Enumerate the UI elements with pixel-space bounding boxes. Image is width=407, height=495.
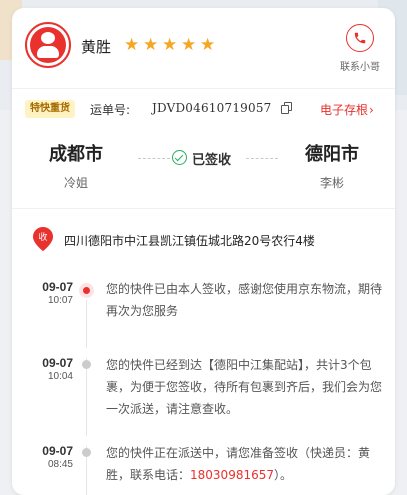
timeline-dot [82,360,91,369]
electronic-receipt-label: 电子存根 [320,103,369,117]
timeline-datetime: 09-07 10:07 [28,280,73,306]
courier-name: 黄胜 [81,39,112,56]
timeline-date: 09-07 [42,356,73,370]
contact-courier-button[interactable]: 联系小哥 [335,24,385,73]
sender-name: 冷姐 [63,176,88,190]
timeline-datetime: 09-07 10:04 [28,356,73,382]
timeline-date: 09-07 [42,444,73,458]
waybill-row: 特快重货 运单号: JDVD04610719057 电子存根› [12,96,395,124]
origin-city: 成都市 [49,144,103,165]
service-badge: 特快重货 [25,100,75,118]
star-icon: ★ [162,35,178,55]
timeline-datetime: 09-07 08:45 [28,444,73,470]
copy-icon[interactable] [281,102,293,114]
contact-courier-label: 联系小哥 [340,62,380,73]
status-text: 已签收 [192,153,232,168]
route-summary: 成都市 冷姐 已签收 德阳市 李彬 [12,136,395,196]
timeline-time: 10:04 [47,371,73,382]
check-circle-icon [172,150,187,165]
recipient-name: 李彬 [319,176,344,190]
courier-header: 黄胜 ★ ★ ★ ★ ★ 联系小哥 [12,8,395,86]
star-icon: ★ [181,35,197,55]
timeline-text: 您的快件已经到达【德阳中江集配站】，共计3个包裹，为便于您签收，待所有包裹到齐后… [106,358,383,416]
timeline-dot [82,448,91,457]
pin-label: 收 [38,231,47,243]
star-icon: ★ [143,35,159,55]
chevron-right-icon: › [369,103,374,117]
timeline-date: 09-07 [42,280,73,294]
timeline-text-part: ）。 [274,468,293,482]
divider [12,88,395,89]
courier-rating: ★ ★ ★ ★ ★ [124,37,217,54]
waybill-label: 运单号: [90,103,131,117]
timeline-time: 10:07 [47,295,73,306]
timeline-time: 08:45 [47,459,73,470]
star-icon: ★ [200,35,216,55]
delivery-status: 已签收 [132,148,282,168]
star-icon: ★ [124,35,140,55]
timeline-text: 您的快件正在派送中，请您准备签收（快递员：黄胜，联系电话：18030981657… [106,442,382,486]
timeline-text: 您的快件已由本人签收，感谢您使用京东物流，期待再次为您服务 [106,282,383,318]
divider [12,208,395,209]
phone-icon[interactable] [346,24,374,52]
timeline-line [86,300,87,348]
timeline-dot-active [79,283,94,298]
address-text: 四川德阳市中江县凯江镇伍城北路20号农行4楼 [64,234,315,248]
timeline-line [86,358,87,436]
courier-avatar [25,22,71,68]
electronic-receipt-link[interactable]: 电子存根› [320,101,374,118]
route-line [138,158,170,159]
waybill-number: JDVD04610719057 [152,101,272,115]
origin: 成都市 冷姐 [36,140,116,191]
destination: 德阳市 李彬 [292,140,372,191]
location-pin-icon: 收 [32,226,54,252]
tracking-card: 黄胜 ★ ★ ★ ★ ★ 联系小哥 特快重货 运单号: JDVD04610719… [12,8,395,495]
courier-phone-link[interactable]: 18030981657 [190,468,274,482]
destination-city: 德阳市 [305,144,359,165]
route-line [246,158,278,159]
delivery-address: 收 四川德阳市中江县凯江镇伍城北路20号农行4楼 [12,226,395,256]
